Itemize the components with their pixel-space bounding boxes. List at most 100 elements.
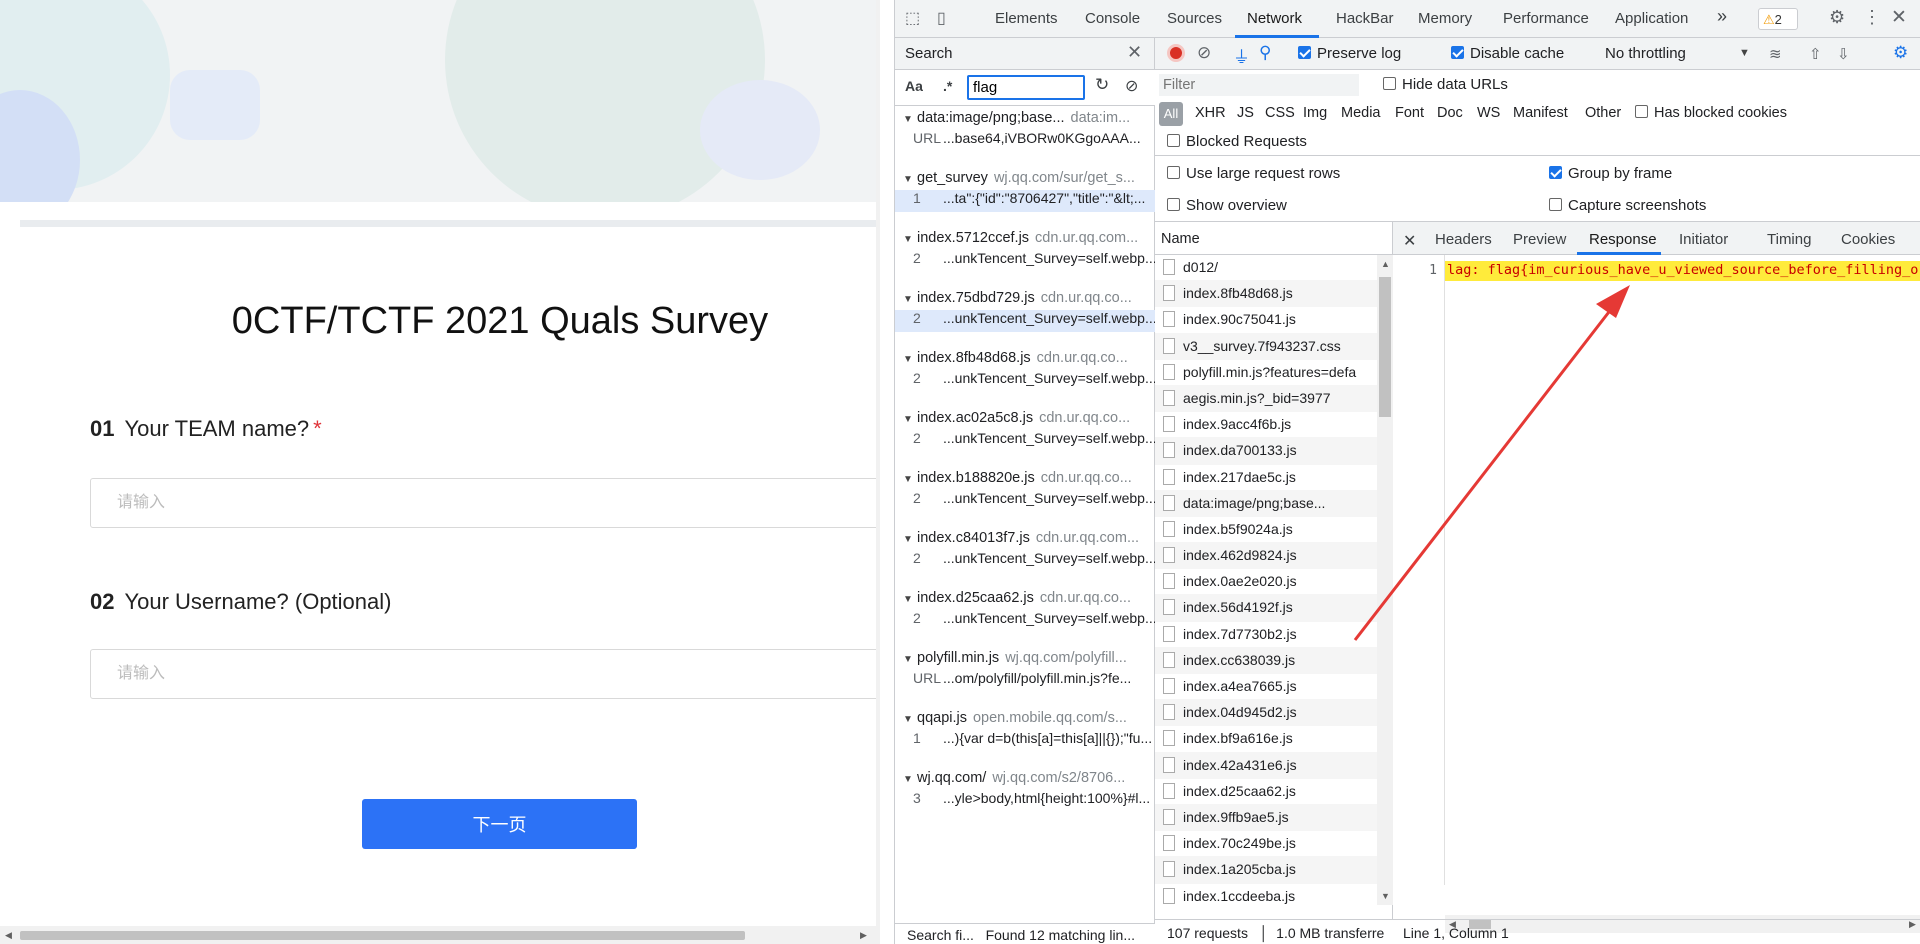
result-file[interactable]: ▼ index.d25caa62.js cdn.ur.qq.co... <box>903 590 1131 606</box>
disable-cache-checkbox[interactable]: Disable cache <box>1451 45 1564 62</box>
close-detail-icon[interactable]: ✕ <box>1403 231 1416 251</box>
result-file[interactable]: ▼ index.75dbd729.js cdn.ur.qq.co... <box>903 290 1132 306</box>
type-filter-font[interactable]: Font <box>1395 105 1424 121</box>
regex-toggle[interactable]: .* <box>943 78 952 94</box>
team-name-input[interactable] <box>90 478 880 528</box>
settings-gear-icon[interactable]: ⚙ <box>1829 7 1845 28</box>
result-match-line[interactable]: URL ...base64,iVBORw0KGgoAAA... <box>895 130 1155 152</box>
tab-memory[interactable]: Memory <box>1418 10 1472 27</box>
type-filter-manifest[interactable]: Manifest <box>1513 105 1568 121</box>
type-filter-js[interactable]: JS <box>1237 105 1254 121</box>
has-blocked-cookies-checkbox[interactable]: Has blocked cookies <box>1635 105 1787 121</box>
tab-performance[interactable]: Performance <box>1503 10 1589 27</box>
request-row[interactable]: index.8fb48d68.js <box>1155 281 1377 308</box>
result-match-line[interactable]: 2 ...unkTencent_Survey=self.webp... <box>895 370 1155 392</box>
match-case-toggle[interactable]: Aa <box>905 78 923 94</box>
response-highlighted-line[interactable]: lag: flag{im_curious_have_u_viewed_sourc… <box>1445 261 1920 281</box>
request-row[interactable]: d012/ <box>1155 255 1377 282</box>
checkbox-checked[interactable] <box>1549 166 1562 179</box>
page-vertical-scrollbar[interactable]: ▲ ▼ <box>876 0 880 926</box>
search-result[interactable]: ▼ data:image/png;base... data:im... URL ...b… <box>895 106 1155 166</box>
result-file[interactable]: ▼ data:image/png;base... data:im... <box>903 110 1130 126</box>
network-settings-icon[interactable]: ⚙ <box>1893 43 1908 63</box>
expand-triangle-icon[interactable]: ▼ <box>903 174 917 185</box>
expand-triangle-icon[interactable]: ▼ <box>903 714 917 725</box>
search-result[interactable]: ▼ get_survey wj.qq.com/sur/get_s... 1 ...ta"… <box>895 166 1155 226</box>
request-row[interactable]: index.cc638039.js <box>1155 647 1377 674</box>
search-result[interactable]: ▼ index.d25caa62.js cdn.ur.qq.co... 2 ...unk… <box>895 586 1155 646</box>
result-match-line[interactable]: 2 ...unkTencent_Survey=self.webp... <box>895 310 1155 332</box>
close-devtools-icon[interactable]: ✕ <box>1891 6 1907 29</box>
request-row[interactable]: index.1ccdeeba.js <box>1155 884 1377 906</box>
network-conditions-icon[interactable]: ≋ <box>1769 45 1782 63</box>
search-result[interactable]: ▼ index.75dbd729.js cdn.ur.qq.co... 2 ...unk… <box>895 286 1155 346</box>
search-result[interactable]: ▼ index.5712ccef.js cdn.ur.qq.com... 2 ...un… <box>895 226 1155 286</box>
request-row[interactable]: index.bf9a616e.js <box>1155 726 1377 753</box>
tab-initiator[interactable]: Initiator <box>1679 231 1728 248</box>
checkbox[interactable] <box>1167 166 1180 179</box>
search-result[interactable]: ▼ index.8fb48d68.js cdn.ur.qq.co... 2 ...unk… <box>895 346 1155 406</box>
tab-timing[interactable]: Timing <box>1767 231 1811 248</box>
request-row[interactable]: aegis.min.js?_bid=3977 <box>1155 385 1377 413</box>
preserve-log-checkbox[interactable]: Preserve log <box>1298 45 1401 62</box>
more-options-icon[interactable]: ⋮ <box>1863 7 1881 28</box>
export-har-icon[interactable]: ⇩ <box>1837 45 1850 63</box>
result-file[interactable]: ▼ index.8fb48d68.js cdn.ur.qq.co... <box>903 350 1128 366</box>
request-row[interactable]: index.04d945d2.js <box>1155 700 1377 727</box>
type-filter-all[interactable]: All <box>1159 102 1183 126</box>
request-row[interactable]: index.b5f9024a.js <box>1155 517 1377 544</box>
refresh-icon[interactable]: ↻ <box>1095 75 1109 95</box>
request-row[interactable]: index.7d7730b2.js <box>1155 622 1377 648</box>
device-toolbar-icon[interactable]: ▯ <box>937 8 946 28</box>
checkbox-checked[interactable] <box>1451 46 1464 59</box>
request-row[interactable]: index.56d4192f.js <box>1155 595 1377 622</box>
tab-cookies[interactable]: Cookies <box>1841 231 1895 248</box>
result-match-line[interactable]: 2 ...unkTencent_Survey=self.webp... <box>895 610 1155 632</box>
scroll-thumb[interactable] <box>1379 277 1391 417</box>
search-result[interactable]: ▼ wj.qq.com/wj.qq.com/s2/8706... 3 ...yle>b… <box>895 766 1155 826</box>
request-row[interactable]: index.1a205cba.js <box>1155 857 1377 884</box>
type-filter-img[interactable]: Img <box>1303 105 1327 121</box>
result-match-line[interactable]: 2 ...unkTencent_Survey=self.webp... <box>895 490 1155 512</box>
request-row[interactable]: v3__survey.7f943237.css <box>1155 333 1377 360</box>
search-result[interactable]: ▼ qqapi.js open.mobile.qq.com/s... 1 ...){va… <box>895 706 1155 766</box>
result-file[interactable]: ▼ index.5712ccef.js cdn.ur.qq.com... <box>903 230 1138 246</box>
import-har-icon[interactable]: ⇧ <box>1809 45 1822 63</box>
result-match-line[interactable]: 2 ...unkTencent_Survey=self.webp... <box>895 430 1155 452</box>
result-file[interactable]: ▼ index.ac02a5c8.js cdn.ur.qq.co... <box>903 410 1130 426</box>
request-row[interactable]: index.9ffb9ae5.js <box>1155 804 1377 832</box>
expand-triangle-icon[interactable]: ▼ <box>903 114 917 125</box>
result-file[interactable]: ▼ polyfill.min.js wj.qq.com/polyfill... <box>903 650 1127 666</box>
request-row[interactable]: index.90c75041.js <box>1155 307 1377 334</box>
capture-screenshots-checkbox[interactable]: Capture screenshots <box>1549 197 1706 214</box>
request-row[interactable]: index.462d9824.js <box>1155 543 1377 570</box>
type-filter-xhr[interactable]: XHR <box>1195 105 1226 121</box>
checkbox[interactable] <box>1549 198 1562 211</box>
result-match-line[interactable]: 2 ...unkTencent_Survey=self.webp... <box>895 550 1155 572</box>
request-row[interactable]: index.0ae2e020.js <box>1155 569 1377 596</box>
request-row[interactable]: index.9acc4f6b.js <box>1155 412 1377 439</box>
tab-preview[interactable]: Preview <box>1513 231 1566 248</box>
dropdown-arrow-icon[interactable]: ▼ <box>1739 47 1750 59</box>
search-input[interactable] <box>967 75 1085 100</box>
tab-elements[interactable]: Elements <box>995 10 1058 27</box>
scroll-down-icon[interactable]: ▼ <box>1381 891 1390 901</box>
expand-triangle-icon[interactable]: ▼ <box>903 774 917 785</box>
expand-triangle-icon[interactable]: ▼ <box>903 534 917 545</box>
tab-response[interactable]: Response <box>1589 231 1657 248</box>
search-result[interactable]: ▼ index.c84013f7.js cdn.ur.qq.com... 2 ...un… <box>895 526 1155 586</box>
expand-triangle-icon[interactable]: ▼ <box>903 474 917 485</box>
request-row[interactable]: index.da700133.js <box>1155 438 1377 465</box>
clear-search-icon[interactable]: ⊘ <box>1125 76 1138 96</box>
result-match-line[interactable]: 3 ...yle>body,html{height:100%}#l... <box>895 790 1155 812</box>
close-search-icon[interactable]: ✕ <box>1127 42 1142 63</box>
tab-network[interactable]: Network <box>1247 10 1302 27</box>
blocked-requests-checkbox[interactable]: Blocked Requests <box>1167 133 1307 150</box>
request-row[interactable]: index.d25caa62.js <box>1155 779 1377 805</box>
expand-triangle-icon[interactable]: ▼ <box>903 234 917 245</box>
result-file[interactable]: ▼ qqapi.js open.mobile.qq.com/s... <box>903 710 1127 726</box>
checkbox[interactable] <box>1383 77 1396 90</box>
tab-sources[interactable]: Sources <box>1167 10 1222 27</box>
checkbox[interactable] <box>1167 198 1180 211</box>
tab-application[interactable]: Application <box>1615 10 1688 27</box>
